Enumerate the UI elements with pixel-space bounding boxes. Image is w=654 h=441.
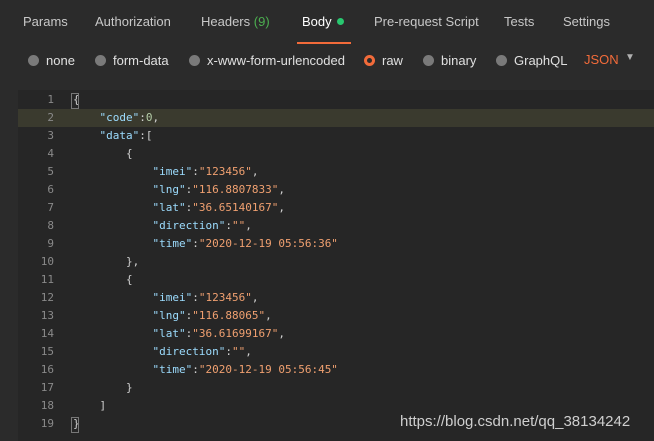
line-text: "time":"2020-12-19 05:56:36"	[152, 237, 338, 250]
code-line[interactable]: 4 {	[18, 145, 654, 163]
line-number: 8	[47, 219, 54, 232]
radio-x-www-form-urlencoded[interactable]: x-www-form-urlencoded	[189, 53, 345, 68]
line-number: 1	[47, 93, 54, 106]
line-number: 5	[47, 165, 54, 178]
code-line[interactable]: 7 "lat":"36.65140167",	[18, 199, 654, 217]
tab-label: Tests	[504, 14, 535, 29]
line-text: },	[125, 255, 140, 268]
code-line[interactable]: 3 "data":[	[18, 127, 654, 145]
tab-label: Params	[23, 14, 68, 29]
radio-label: binary	[441, 53, 477, 68]
line-text: "lat":"36.61699167",	[152, 327, 285, 340]
line-text: "code":0,	[99, 111, 160, 124]
line-number: 18	[40, 399, 54, 412]
radio-checked-icon	[364, 55, 375, 66]
bracket-match-marker	[71, 417, 79, 433]
line-number: 14	[40, 327, 54, 340]
raw-format-select[interactable]: JSON	[584, 52, 619, 67]
line-text: "direction":"",	[152, 219, 252, 232]
line-text: "time":"2020-12-19 05:56:45"	[152, 363, 338, 376]
watermark: https://blog.csdn.net/qq_38134242	[400, 413, 631, 430]
code-line[interactable]: 14 "lat":"36.61699167",	[18, 325, 654, 343]
line-number: 3	[47, 129, 54, 142]
line-text: "lng":"116.88065",	[152, 309, 272, 322]
line-number: 13	[40, 309, 54, 322]
line-number: 12	[40, 291, 54, 304]
line-number: 9	[47, 237, 54, 250]
tab-label: Pre-request Script	[374, 14, 479, 29]
code-editor[interactable]: 1{2 "code":0, 3 "data":[4 {5 "imei":"1234…	[18, 90, 654, 441]
tab-label: Headers	[201, 14, 251, 29]
line-number: 2	[47, 111, 54, 124]
code-line[interactable]: 12 "imei":"123456",	[18, 289, 654, 307]
bracket-match-marker	[71, 93, 79, 109]
line-number: 17	[40, 381, 54, 394]
code-line[interactable]: 1{	[18, 91, 654, 109]
line-text: {	[125, 273, 133, 286]
body-modified-dot-icon	[336, 18, 344, 25]
code-line[interactable]: 5 "imei":"123456",	[18, 163, 654, 181]
line-number: 10	[40, 255, 54, 268]
line-text: }	[125, 381, 133, 394]
code-line[interactable]: 13 "lng":"116.88065",	[18, 307, 654, 325]
line-number: 19	[40, 417, 54, 430]
line-number: 15	[40, 345, 54, 358]
code-line[interactable]: 9 "time":"2020-12-19 05:56:36"	[18, 235, 654, 253]
radio-none[interactable]: none	[28, 53, 75, 68]
line-text: "direction":"",	[152, 345, 252, 358]
tab-tests[interactable]: Tests	[504, 14, 534, 29]
radio-label: GraphQL	[514, 53, 568, 68]
line-text: "lat":"36.65140167",	[152, 201, 285, 214]
radio-graphql[interactable]: GraphQL	[496, 53, 567, 68]
code-line[interactable]: 8 "direction":"",	[18, 217, 654, 235]
radio-icon	[95, 55, 106, 66]
tab-settings[interactable]: Settings	[563, 14, 610, 29]
radio-icon	[496, 55, 507, 66]
tab-body[interactable]: Body	[302, 14, 344, 29]
line-number: 6	[47, 183, 54, 196]
tab-headers[interactable]: Headers (9)	[201, 14, 270, 29]
request-tabs: Params Authorization Headers (9) Body Pr…	[0, 0, 654, 45]
line-number: 4	[47, 147, 54, 160]
line-text: "imei":"123456",	[152, 165, 259, 178]
radio-binary[interactable]: binary	[423, 53, 476, 68]
line-number: 11	[40, 273, 54, 286]
tab-params[interactable]: Params	[23, 14, 68, 29]
radio-icon	[423, 55, 434, 66]
line-text: "lng":"116.8807833",	[152, 183, 285, 196]
line-number: 16	[40, 363, 54, 376]
radio-icon	[28, 55, 39, 66]
active-tab-indicator	[297, 42, 351, 44]
radio-label: x-www-form-urlencoded	[207, 53, 345, 68]
radio-label: none	[46, 53, 75, 68]
headers-count-badge: (9)	[253, 14, 270, 29]
line-text: {	[125, 147, 133, 160]
radio-raw[interactable]: raw	[364, 53, 403, 68]
tab-label: Authorization	[95, 14, 171, 29]
radio-label: raw	[382, 53, 403, 68]
code-line[interactable]: 15 "direction":"",	[18, 343, 654, 361]
body-type-options: none form-data x-www-form-urlencoded raw…	[0, 45, 654, 81]
code-line[interactable]: 17 }	[18, 379, 654, 397]
code-line[interactable]: 6 "lng":"116.8807833",	[18, 181, 654, 199]
line-text: "imei":"123456",	[152, 291, 259, 304]
chevron-down-icon[interactable]: ▼	[625, 52, 635, 63]
code-line[interactable]: 2 "code":0,	[18, 109, 654, 127]
code-line[interactable]: 16 "time":"2020-12-19 05:56:45"	[18, 361, 654, 379]
code-line[interactable]: 10 },	[18, 253, 654, 271]
tab-pre-request-script[interactable]: Pre-request Script	[374, 14, 479, 29]
line-number: 7	[47, 201, 54, 214]
line-text: ]	[99, 399, 107, 412]
tab-label: Body	[302, 14, 332, 29]
radio-form-data[interactable]: form-data	[95, 53, 169, 68]
line-text: "data":[	[99, 129, 153, 142]
code-line[interactable]: 11 {	[18, 271, 654, 289]
tab-authorization[interactable]: Authorization	[95, 14, 171, 29]
radio-label: form-data	[113, 53, 169, 68]
tab-label: Settings	[563, 14, 610, 29]
radio-icon	[189, 55, 200, 66]
